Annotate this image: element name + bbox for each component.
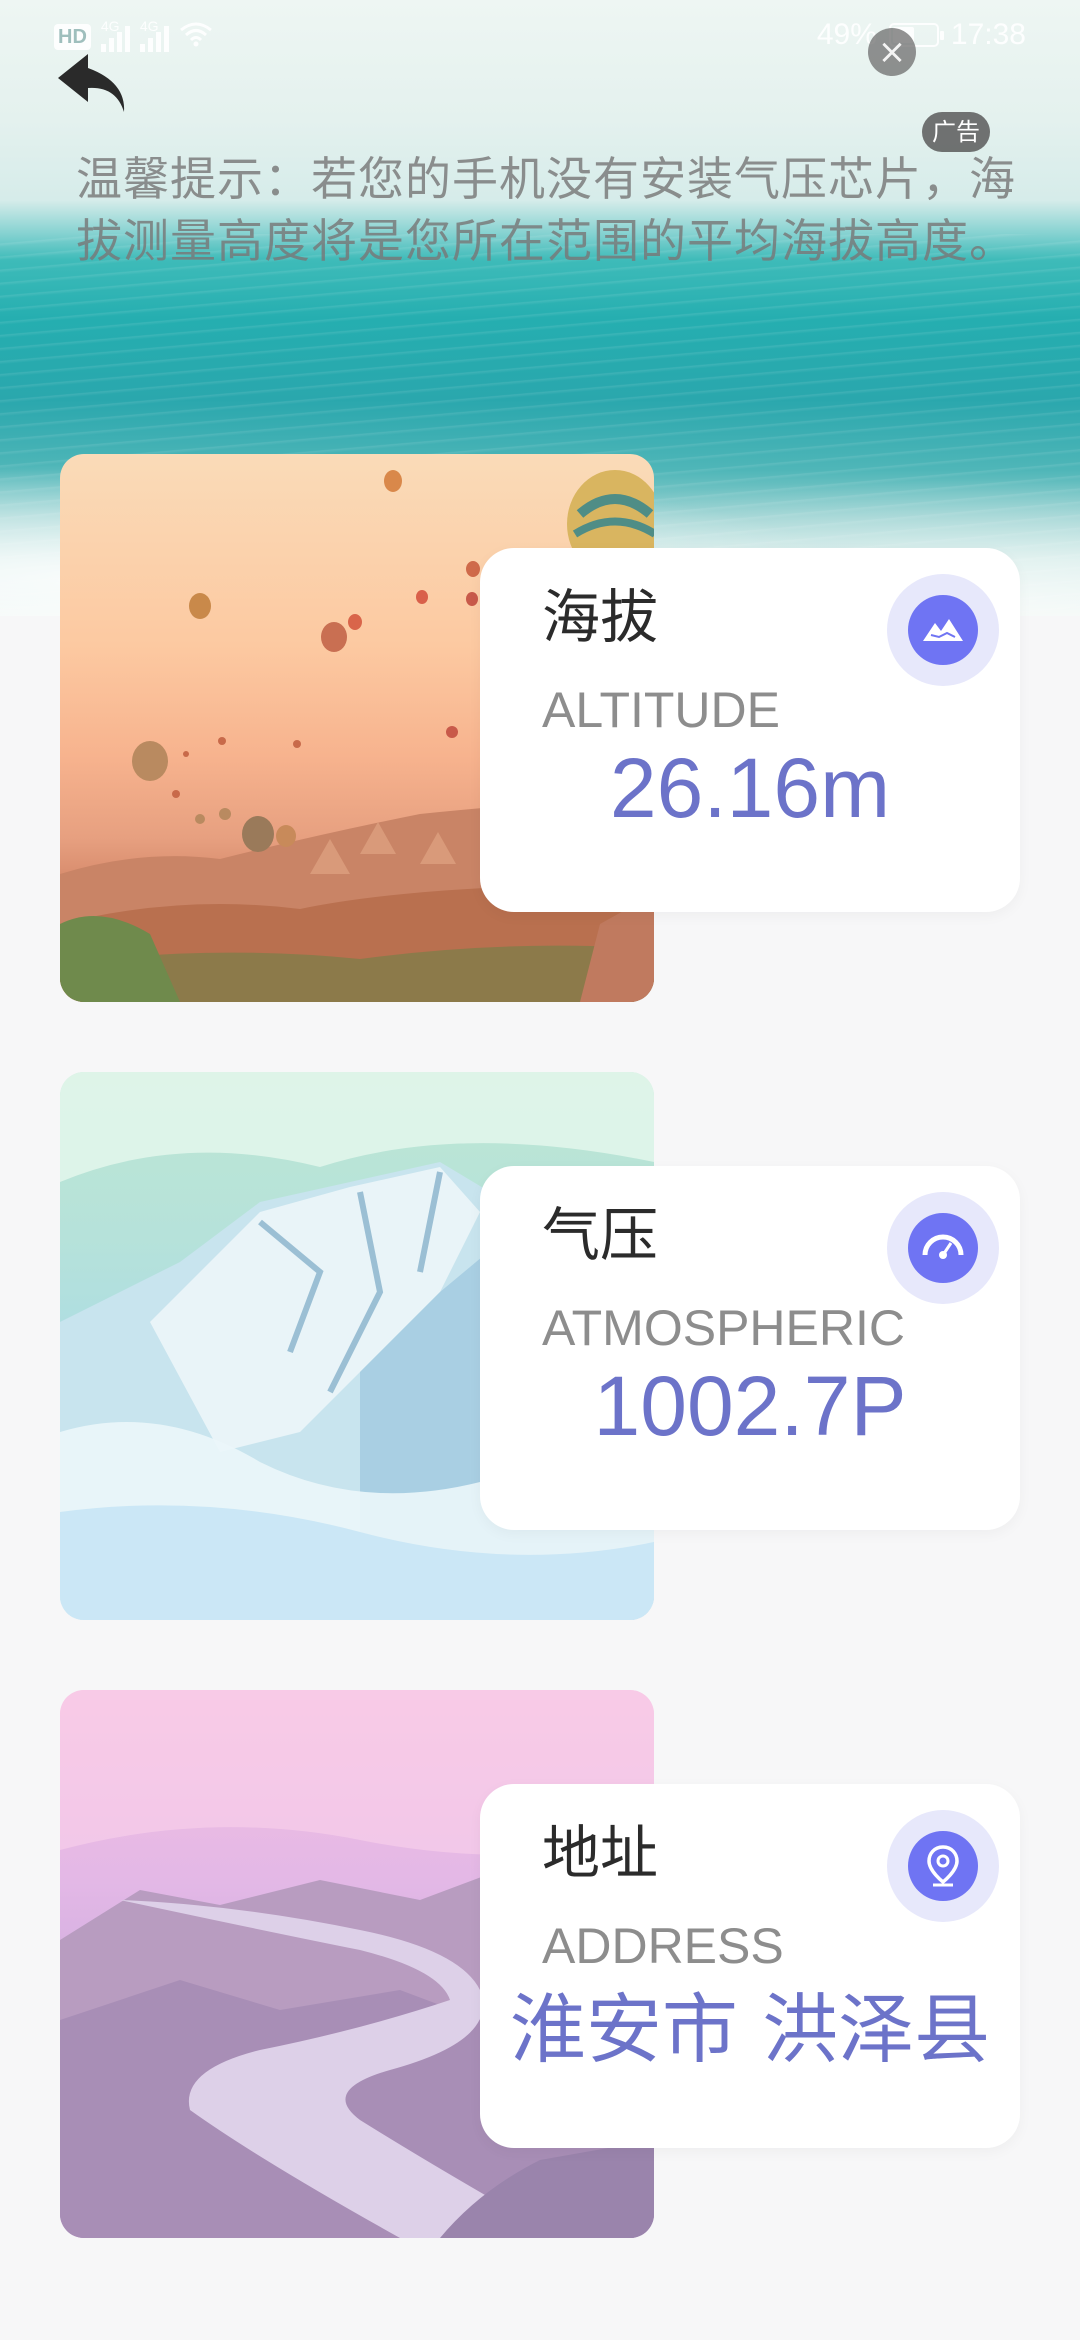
pressure-card: 气压 ATMOSPHERIC 1002.7P (480, 1166, 1020, 1530)
address-value: 淮安市 洪泽县 (509, 1985, 991, 2074)
close-icon: × (877, 32, 907, 72)
altitude-page: HD 4G 4G 49% 17:38 × 广告 温馨提示：若您的手机没有安装气压… (0, 0, 1080, 2340)
address-card: 地址 ADDRESS 淮安市 洪泽县 (480, 1784, 1020, 2148)
altitude-subtitle: ALTITUDE (542, 682, 780, 738)
altitude-title: 海拔 (542, 583, 659, 651)
pressure-title: 气压 (542, 1201, 659, 1269)
back-arrow-icon (58, 54, 125, 112)
wifi-icon (179, 20, 213, 54)
signal-icon: 4G (139, 18, 169, 52)
back-button[interactable] (52, 46, 136, 120)
altitude-value: 26.16m (609, 741, 891, 835)
address-subtitle: ADDRESS (542, 1918, 784, 1974)
close-ad-button[interactable]: × (868, 28, 916, 76)
clock: 17:38 (950, 18, 1026, 51)
altitude-card: 海拔 ALTITUDE 26.16m (480, 548, 1020, 912)
status-bar: HD 4G 4G 49% 17:38 (0, 0, 1080, 76)
pressure-subtitle: ATMOSPHERIC (542, 1300, 905, 1356)
pressure-icon-badge (887, 1192, 999, 1304)
location-pin-icon (908, 1831, 978, 1901)
mountain-icon (908, 595, 978, 665)
status-right: 49% 17:38 (817, 18, 1026, 52)
address-icon-badge (887, 1810, 999, 1922)
gauge-icon (908, 1213, 978, 1283)
pressure-value: 1002.7P (593, 1359, 907, 1453)
network-type-label: 4G (139, 18, 159, 34)
altitude-icon-badge (887, 574, 999, 686)
network-type-label: 4G (100, 18, 120, 34)
tip-text: 温馨提示：若您的手机没有安装气压芯片，海拔测量高度将是您所在范围的平均海拔高度。 (76, 152, 1016, 268)
ad-badge: 广告 (922, 112, 990, 152)
address-title: 地址 (542, 1819, 659, 1887)
